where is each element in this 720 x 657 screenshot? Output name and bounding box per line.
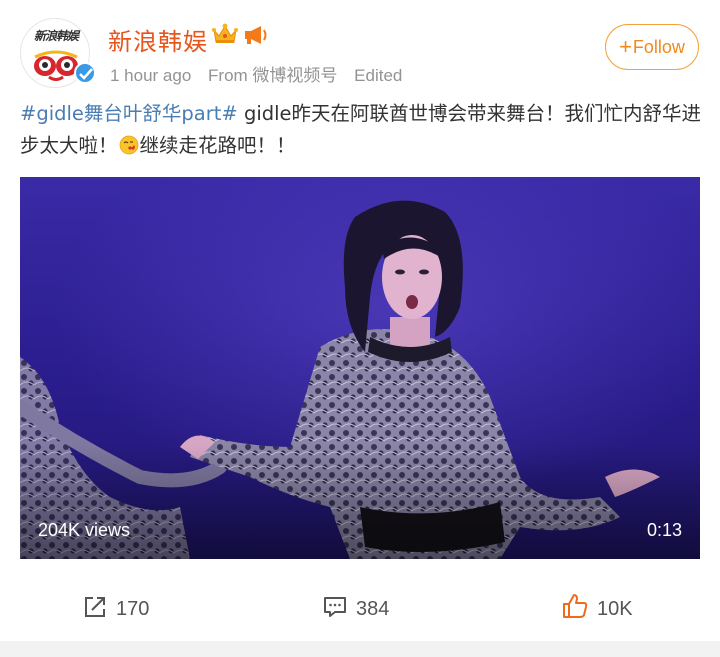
like-button[interactable]: 10K <box>561 592 633 626</box>
action-bar: 170 384 10K <box>0 580 720 640</box>
follow-label: Follow <box>632 37 685 57</box>
crown-icon <box>212 23 238 43</box>
bottom-divider <box>0 641 720 657</box>
account-name[interactable]: 新浪韩娱 <box>108 22 208 57</box>
share-count: 170 <box>116 598 150 620</box>
thumbs-up-icon <box>563 594 588 618</box>
video-thumbnail <box>20 177 700 559</box>
plus-icon: + <box>619 34 632 59</box>
post-meta: 1 hour ago From 微博视频号 Edited <box>110 61 414 86</box>
follow-button[interactable]: +Follow <box>605 24 699 70</box>
blowing-kiss-emoji <box>119 135 138 155</box>
post-source[interactable]: From 微博视频号 <box>208 66 337 85</box>
edited-label[interactable]: Edited <box>354 66 402 85</box>
verified-badge-icon <box>74 62 96 84</box>
post-header: 新浪韩娱 新浪韩娱 1 hour ago From 微博视频号 Edited +… <box>0 0 720 96</box>
post-body-text-2: 继续走花路吧！！ <box>139 134 296 157</box>
share-icon <box>85 597 105 617</box>
share-button[interactable]: 170 <box>82 592 149 626</box>
post-text: #gidle舞台叶舒华part# gidle昨天在阿联酋世博会带来舞台！我们忙内… <box>20 98 710 162</box>
comment-count: 384 <box>356 598 390 620</box>
video-player[interactable]: 204K views 0:13 <box>20 177 700 559</box>
video-views: 204K views <box>38 520 131 540</box>
video-duration: 0:13 <box>646 520 682 540</box>
comment-button[interactable]: 384 <box>322 592 389 626</box>
like-count: 10K <box>597 598 633 620</box>
megaphone-icon <box>245 26 267 44</box>
comment-icon <box>324 597 346 617</box>
hashtag-link[interactable]: #gidle舞台叶舒华part# <box>20 102 238 125</box>
post-time: 1 hour ago <box>110 66 192 85</box>
